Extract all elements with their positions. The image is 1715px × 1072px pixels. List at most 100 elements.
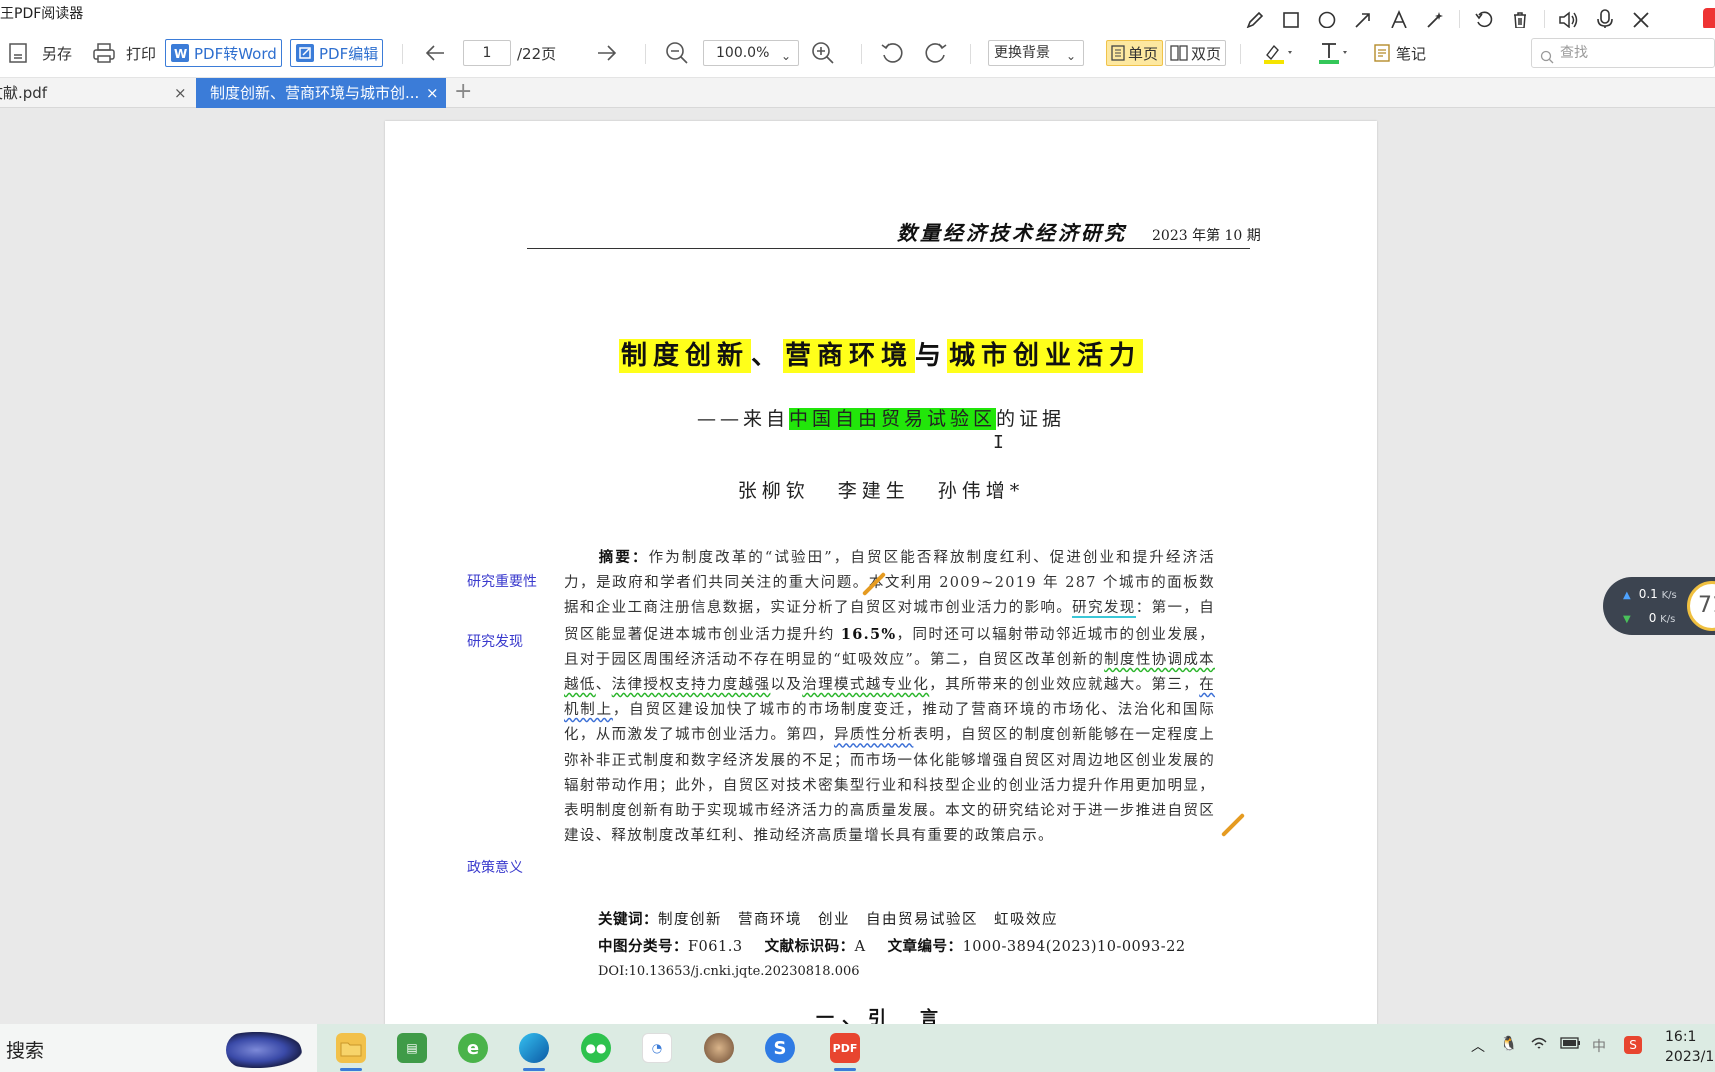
- author-list: 张柳钦 李建生 孙伟增*: [385, 476, 1377, 503]
- edit-doc-icon: [295, 43, 315, 63]
- abstract-sentence: 表明，自贸区的制度创新能够在一定程度上弥补非正式制度和数字经济发展的不足；而市场…: [564, 727, 1215, 845]
- zoom-select[interactable]: 100.0% ⌄: [703, 40, 799, 66]
- pdf-reader-icon[interactable]: PDF: [826, 1030, 864, 1071]
- save-icon: [8, 42, 30, 64]
- journal-name: 数量经济技术经济研究: [897, 221, 1127, 245]
- wechat-icon[interactable]: ●●: [577, 1030, 615, 1066]
- wifi-icon[interactable]: [1530, 1036, 1548, 1056]
- author-name: 张柳钦: [737, 480, 810, 502]
- section-heading: 一、引 言: [816, 1008, 946, 1025]
- upload-value: 0.1: [1638, 587, 1658, 601]
- rotate-right-icon: [924, 41, 948, 65]
- author-name: 孙伟增*: [937, 480, 1025, 502]
- single-page-button[interactable]: 单页: [1106, 40, 1164, 66]
- edge-browser-icon[interactable]: [515, 1030, 553, 1071]
- divider: [402, 44, 403, 64]
- arrow-down-icon: ▼: [1623, 614, 1631, 625]
- author-name: 李建生: [837, 480, 910, 502]
- system-clock[interactable]: 16:1 2023/1: [1665, 1027, 1714, 1067]
- search-label: 搜索: [6, 1040, 45, 1062]
- divider: [1459, 9, 1460, 30]
- abstract-sentence: 以及: [770, 677, 803, 694]
- keywords-label: 关键词：: [598, 911, 658, 928]
- article-title: 制度创新、营商环境与城市创业活力: [385, 335, 1377, 373]
- article-subtitle: ——来自中国自由贸易试验区的证据: [385, 404, 1377, 431]
- pen-stroke-annotation[interactable]: [1220, 812, 1246, 838]
- download-value: 0: [1648, 611, 1657, 625]
- chevron-up-icon[interactable]: ︿: [1471, 1036, 1485, 1056]
- network-speed-widget[interactable]: ▲ 0.1 K/s ▼ 0 K/s 71: [1603, 577, 1715, 635]
- download-speed: ▼ 0 K/s: [1623, 611, 1675, 625]
- photo-app-icon[interactable]: [700, 1030, 738, 1066]
- title-separator: 与: [915, 341, 948, 371]
- zoom-out-button[interactable]: [665, 39, 689, 67]
- double-page-button[interactable]: 双页: [1165, 40, 1227, 66]
- subtitle-prefix: ——来自: [696, 408, 789, 430]
- taskbar-search[interactable]: 搜索: [0, 1024, 317, 1072]
- next-page-button[interactable]: [596, 39, 618, 67]
- highlight-color-button[interactable]: [1262, 39, 1296, 67]
- pdf-edit-label: PDF编辑: [319, 44, 379, 63]
- zoom-in-button[interactable]: [811, 39, 835, 67]
- rotate-left-button[interactable]: [880, 39, 904, 67]
- baidu-netdisk-icon[interactable]: ◔: [638, 1030, 676, 1066]
- save-as-button[interactable]: 另存: [8, 39, 72, 67]
- qq-icon[interactable]: 🐧: [1500, 1036, 1517, 1052]
- tab-label: 文献.pdf: [0, 84, 48, 102]
- upload-unit: K/s: [1661, 590, 1677, 601]
- tab-document-1[interactable]: 文献.pdf ×: [0, 78, 195, 108]
- sogou-ime-icon[interactable]: S: [1624, 1036, 1642, 1054]
- notes-button[interactable]: 笔记: [1373, 39, 1426, 67]
- rotate-left-icon: [880, 41, 904, 65]
- tab-document-2[interactable]: 制度创新、营商环境与城市创... ×: [196, 78, 446, 108]
- double-page-label: 双页: [1191, 44, 1222, 63]
- margin-note: 研究重要性: [467, 574, 537, 590]
- notes-label: 笔记: [1396, 44, 1427, 63]
- app-title: 王PDF阅读器: [0, 6, 84, 22]
- ie-browser-icon[interactable]: e: [454, 1030, 492, 1066]
- download-unit: K/s: [1660, 614, 1676, 625]
- double-page-icon: [1170, 45, 1188, 61]
- article-no-value: 1000-3894(2023)10-0093-22: [962, 939, 1186, 955]
- sogou-icon[interactable]: S: [761, 1030, 799, 1066]
- header-rule: [527, 248, 1250, 249]
- single-page-icon: [1111, 45, 1125, 61]
- abstract-number: 16.5%: [840, 625, 897, 643]
- rotate-right-button[interactable]: [924, 39, 948, 67]
- underlined-phrase: 异质性分析: [833, 727, 914, 744]
- file-explorer-icon[interactable]: [332, 1030, 370, 1071]
- print-button[interactable]: 打印: [92, 39, 156, 67]
- issue-label: 2023 年第 10 期: [1152, 228, 1261, 244]
- page-number-input[interactable]: 1: [463, 40, 511, 66]
- highlighter-icon: [1262, 41, 1296, 65]
- classification-line: 中图分类号：F061.3 文献标识码：A 文章编号：1000-3894(2023)1…: [598, 935, 1186, 956]
- prev-page-button[interactable]: [424, 39, 446, 67]
- add-tab-button[interactable]: +: [454, 78, 472, 106]
- clc-label: 中图分类号：: [598, 938, 688, 955]
- battery-icon[interactable]: [1560, 1036, 1582, 1054]
- save-as-label: 另存: [42, 44, 73, 63]
- search-input[interactable]: 查找: [1531, 38, 1715, 68]
- divider: [1544, 9, 1545, 30]
- zoom-in-icon: [811, 41, 835, 65]
- notes-app-icon[interactable]: ▤: [393, 1030, 431, 1066]
- print-label: 打印: [126, 44, 157, 63]
- upload-speed: ▲ 0.1 K/s: [1623, 587, 1677, 601]
- chevron-down-icon: ⌄: [1065, 49, 1076, 63]
- background-label: 更换背景: [994, 45, 1050, 61]
- text-color-button[interactable]: [1317, 39, 1351, 67]
- pdf-edit-button[interactable]: PDF编辑: [290, 39, 384, 67]
- background-select[interactable]: 更换背景 ⌄: [988, 40, 1084, 66]
- single-page-label: 单页: [1128, 44, 1159, 63]
- pdf-to-word-button[interactable]: W PDF转Word: [165, 39, 282, 67]
- close-icon[interactable]: ×: [422, 78, 443, 108]
- title-separator: 、: [750, 341, 783, 371]
- close-icon[interactable]: ×: [174, 78, 187, 108]
- ime-indicator[interactable]: 中: [1592, 1036, 1606, 1056]
- zoom-group: 100.0% ⌄: [703, 39, 799, 67]
- findings-label: 研究发现: [1072, 600, 1136, 619]
- search-decoration-image: [226, 1032, 302, 1068]
- search-icon: [1540, 46, 1554, 74]
- underlined-phrase: 治理模式越专业化: [802, 677, 930, 694]
- tab-bar: 文献.pdf × 制度创新、营商环境与城市创... × +: [0, 78, 1715, 108]
